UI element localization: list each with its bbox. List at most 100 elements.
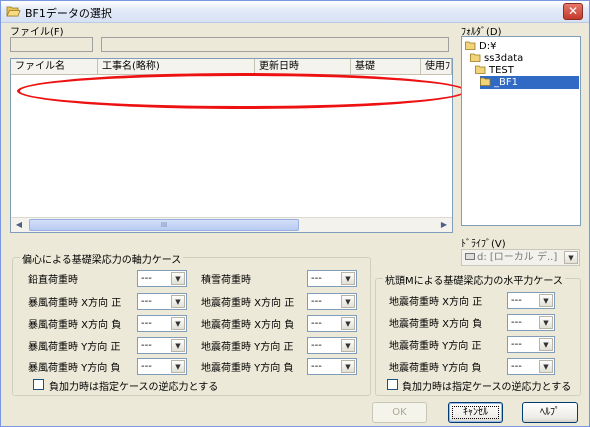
horizontal-select-2[interactable]: --- ▼ (507, 336, 555, 353)
column-header-usage[interactable]: 使用ﾌ (421, 59, 452, 75)
close-icon: ✕ (567, 4, 579, 18)
axial-force-group: 偏心による基礎梁応力の軸力ケース 鉛直荷重時 --- ▼ 暴風荷重時 X方向 正 … (12, 251, 371, 396)
title-bar: BF1データの選択 ✕ (1, 1, 589, 23)
chevron-down-icon[interactable]: ▼ (171, 339, 185, 352)
axial-right-select-3[interactable]: --- ▼ (307, 337, 357, 354)
axial-left-label-1: 暴風荷重時 X方向 正 (28, 298, 122, 309)
open-folder-icon (475, 65, 487, 74)
help-button[interactable]: ﾍﾙﾌﾟ (522, 402, 578, 423)
chevron-down-icon[interactable]: ▼ (341, 317, 355, 330)
folder-item-bf1[interactable]: _BF1 (480, 76, 579, 89)
drive-value-text: d: [ローカル デ..] (477, 252, 558, 263)
column-header-filename[interactable]: ファイル名 (11, 59, 98, 75)
drive-select[interactable]: d: [ローカル デ..] ▼ (461, 249, 580, 266)
file-label: ファイル(F) (10, 27, 64, 38)
file-path-field (101, 37, 449, 52)
chevron-down-icon[interactable]: ▼ (539, 360, 553, 373)
folder-item-label: _BF1 (494, 77, 518, 88)
open-folder-icon (6, 5, 21, 18)
axial-right-label-1: 地震荷重時 X方向 正 (201, 298, 295, 309)
folder-item-label: ss3data (484, 53, 524, 64)
red-annotation-ellipse (17, 73, 467, 109)
ok-button[interactable]: OK (372, 402, 427, 423)
scroll-right-icon[interactable]: ▶ (437, 219, 451, 231)
chevron-down-icon[interactable]: ▼ (539, 338, 553, 351)
chevron-down-icon[interactable]: ▼ (539, 316, 553, 329)
horizontal-force-group-title: 杭頭Mによる基礎梁応力の水平力ケース (383, 272, 565, 287)
drive-value: d: [ローカル デ..] (465, 251, 557, 264)
horizontal-scrollbar[interactable]: ◀ III ▶ (11, 217, 452, 232)
horizontal-reverse-checkbox[interactable] (387, 379, 398, 390)
select-value: --- (511, 317, 522, 328)
select-value: --- (311, 361, 322, 372)
axial-left-select-1[interactable]: --- ▼ (137, 293, 187, 310)
axial-right-label-4: 地震荷重時 Y方向 負 (201, 363, 294, 374)
close-button[interactable]: ✕ (563, 3, 583, 20)
dialog-window: BF1データの選択 ✕ ファイル(F) ファイル名 工事名(略称) 更新日時 基… (0, 0, 590, 427)
select-value: --- (511, 295, 522, 306)
horizontal-select-3[interactable]: --- ▼ (507, 358, 555, 375)
chevron-down-icon[interactable]: ▼ (171, 360, 185, 373)
axial-right-label-0: 積雪荷重時 (201, 275, 251, 286)
axial-left-label-4: 暴風荷重時 Y方向 負 (28, 363, 121, 374)
chevron-down-icon[interactable]: ▼ (341, 295, 355, 308)
axial-right-select-1[interactable]: --- ▼ (307, 293, 357, 310)
open-folder-icon (480, 77, 492, 86)
select-value: --- (311, 273, 322, 284)
horizontal-force-group: 杭頭Mによる基礎梁応力の水平力ケース 地震荷重時 X方向 正 --- ▼ 地震荷重… (375, 272, 581, 396)
open-folder-icon (465, 41, 477, 50)
chevron-down-icon[interactable]: ▼ (171, 272, 185, 285)
axial-left-label-0: 鉛直荷重時 (28, 275, 78, 286)
folder-item-label: D:¥ (479, 41, 497, 52)
select-value: --- (141, 340, 152, 351)
select-value: --- (141, 318, 152, 329)
chevron-down-icon[interactable]: ▼ (539, 294, 553, 307)
scroll-left-icon[interactable]: ◀ (12, 219, 26, 231)
chevron-down-icon[interactable]: ▼ (341, 360, 355, 373)
axial-left-select-2[interactable]: --- ▼ (137, 315, 187, 332)
axial-left-select-0[interactable]: --- ▼ (137, 270, 187, 287)
horizontal-reverse-label: 負加力時は指定ケースの逆応力とする (402, 382, 572, 393)
select-value: --- (141, 273, 152, 284)
focus-ring (452, 406, 499, 419)
axial-force-group-title: 偏心による基礎梁応力の軸力ケース (20, 251, 184, 266)
axial-left-select-4[interactable]: --- ▼ (137, 358, 187, 375)
axial-left-select-3[interactable]: --- ▼ (137, 337, 187, 354)
horizontal-label-3: 地震荷重時 Y方向 負 (389, 363, 482, 374)
select-value: --- (141, 361, 152, 372)
chevron-down-icon[interactable]: ▼ (341, 339, 355, 352)
window-title: BF1データの選択 (25, 7, 112, 20)
axial-left-label-2: 暴風荷重時 X方向 負 (28, 320, 122, 331)
horizontal-label-0: 地震荷重時 X方向 正 (389, 297, 483, 308)
file-extension-field (10, 37, 93, 52)
chevron-down-icon[interactable]: ▼ (564, 251, 578, 264)
select-value: --- (141, 296, 152, 307)
axial-right-select-2[interactable]: --- ▼ (307, 315, 357, 332)
axial-right-label-3: 地震荷重時 Y方向 正 (201, 342, 294, 353)
folder-tree[interactable]: D:¥ ss3data TEST _BF1 (461, 36, 581, 226)
axial-right-label-2: 地震荷重時 X方向 負 (201, 320, 295, 331)
cancel-button[interactable]: ｷｬﾝｾﾙ (448, 402, 503, 423)
axial-reverse-label: 負加力時は指定ケースの逆応力とする (49, 382, 219, 393)
scroll-thumb[interactable]: III (29, 219, 299, 231)
drive-icon (465, 253, 475, 260)
axial-left-label-3: 暴風荷重時 Y方向 正 (28, 342, 121, 353)
select-value: --- (511, 361, 522, 372)
column-header-foundation[interactable]: 基礎 (351, 59, 421, 75)
axial-right-select-4[interactable]: --- ▼ (307, 358, 357, 375)
folder-item-label: TEST (489, 65, 514, 76)
chevron-down-icon[interactable]: ▼ (341, 272, 355, 285)
horizontal-label-2: 地震荷重時 Y方向 正 (389, 341, 482, 352)
scroll-grip-icon: III (160, 221, 168, 229)
horizontal-select-0[interactable]: --- ▼ (507, 292, 555, 309)
horizontal-select-1[interactable]: --- ▼ (507, 314, 555, 331)
chevron-down-icon[interactable]: ▼ (171, 317, 185, 330)
chevron-down-icon[interactable]: ▼ (171, 295, 185, 308)
drive-label: ﾄﾞﾗｲﾌﾞ(V) (461, 239, 506, 250)
open-folder-icon (470, 53, 482, 62)
select-value: --- (311, 296, 322, 307)
select-value: --- (311, 318, 322, 329)
select-value: --- (511, 339, 522, 350)
axial-right-select-0[interactable]: --- ▼ (307, 270, 357, 287)
axial-reverse-checkbox[interactable] (33, 379, 44, 390)
